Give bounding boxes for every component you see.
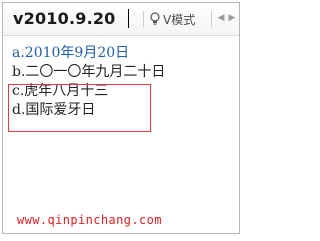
divider	[143, 11, 144, 27]
composition-text: v2010.9.20	[13, 9, 116, 28]
composition-bar: v2010.9.20 V模式 ◀ ▶	[3, 3, 239, 36]
divider	[211, 11, 212, 27]
candidate-index: a.	[12, 45, 25, 61]
chevron-left-icon[interactable]: ◀	[217, 11, 225, 25]
candidate-index: b.	[12, 64, 26, 80]
lightbulb-icon	[150, 12, 160, 25]
watermark-text: www.qinpinchang.com	[17, 213, 162, 227]
candidate-item[interactable]: b.二〇一〇年九月二十日	[12, 63, 165, 82]
candidate-item[interactable]: a.2010年9月20日	[12, 44, 165, 63]
page-arrows: ◀ ▶	[217, 11, 236, 25]
annotation-highlight-box	[8, 84, 151, 132]
candidate-text: 2010年9月20日	[24, 45, 130, 61]
v-mode-label: V模式	[163, 12, 196, 27]
ime-candidate-window: v2010.9.20 V模式 ◀ ▶ a.2010年9月20日 b.二〇一〇年九…	[2, 2, 240, 234]
text-caret	[128, 9, 129, 28]
v-mode-button[interactable]: V模式	[149, 9, 195, 29]
candidate-text: 二〇一〇年九月二十日	[25, 64, 166, 80]
chevron-right-icon[interactable]: ▶	[228, 11, 236, 25]
